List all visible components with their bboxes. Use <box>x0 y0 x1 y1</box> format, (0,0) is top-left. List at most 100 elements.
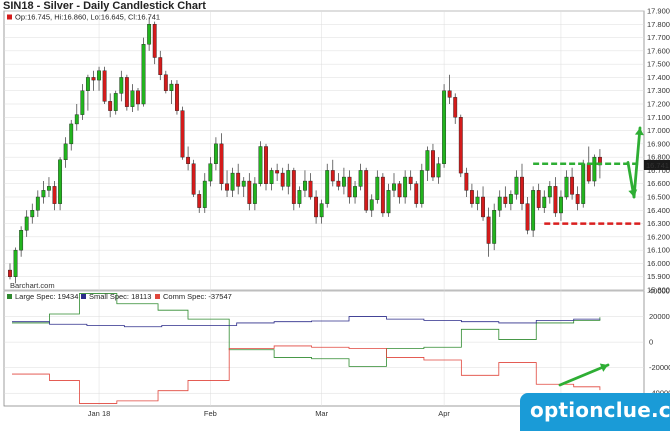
candle-body <box>419 170 424 204</box>
candle-body <box>47 186 51 191</box>
candle-body <box>208 163 213 182</box>
candle-body <box>63 143 68 161</box>
candle-body <box>358 170 363 187</box>
watermark: Barchart.com <box>10 281 55 290</box>
candle-body <box>436 163 441 178</box>
cot-tick-label: 20000 <box>649 312 670 321</box>
candle-body <box>531 190 536 231</box>
candle-body <box>542 196 547 208</box>
price-tick-label: 16.600 <box>647 179 670 188</box>
candle-body <box>520 176 524 204</box>
candle-body <box>447 90 452 98</box>
candle-body <box>202 180 207 208</box>
candle-body <box>152 24 157 58</box>
candle-body <box>136 90 140 105</box>
price-tick-label: 17.200 <box>647 100 670 109</box>
candle-body <box>581 163 586 204</box>
candle-body <box>319 203 324 218</box>
price-tick-label: 16.900 <box>647 139 670 148</box>
price-legend-swatch <box>7 14 12 20</box>
x-axis-label: Jan 18 <box>88 409 111 418</box>
price-tick-label: 17.900 <box>647 7 670 16</box>
candle-body <box>514 176 519 195</box>
price-legend-text: Op:16.745, Hi:16.860, Lo:16.645, Cl:16.7… <box>15 13 160 22</box>
candle-body <box>536 190 541 208</box>
candle-body <box>191 163 196 195</box>
candle-body <box>119 77 124 94</box>
candle-body <box>303 180 307 191</box>
candle-body <box>369 199 374 211</box>
candle-body <box>219 143 224 184</box>
candle-body <box>486 216 491 244</box>
candle-body <box>308 180 313 198</box>
candle-body <box>431 150 435 178</box>
candle-body <box>575 194 580 204</box>
candle-body <box>85 77 90 91</box>
candle-body <box>252 183 257 204</box>
candle-body <box>52 186 57 204</box>
price-tick-label: 17.600 <box>647 46 670 55</box>
candle-body <box>197 194 202 208</box>
candle-body <box>30 210 35 218</box>
x-axis-label: Feb <box>204 409 217 418</box>
candle-body <box>74 114 79 125</box>
candle-body <box>175 83 179 111</box>
brand-badge[interactable]: optionclue.com <box>520 393 670 431</box>
cot-legend-text: Comm Spec: -37547 <box>163 292 232 301</box>
price-tick-label: 17.800 <box>647 20 670 29</box>
candle-body <box>503 196 508 204</box>
candle-body <box>97 70 101 81</box>
candle-body <box>564 176 569 198</box>
candle-body <box>469 190 474 204</box>
cot-legend-text: Small Spec: 18113 <box>89 292 151 301</box>
chart-canvas: 17.900 17.800 17.700 17.600 17.500 17.400 17.3… <box>3 7 670 418</box>
candle-body <box>442 90 447 164</box>
candle-body <box>113 93 118 111</box>
candle-body <box>497 196 502 211</box>
candle-body <box>547 186 552 198</box>
price-tick-label: 17.000 <box>647 126 670 135</box>
candle-body <box>286 170 291 187</box>
candle-body <box>592 156 597 182</box>
cot-legend-swatch <box>81 294 86 299</box>
last-price-text: 16.741 <box>646 161 669 170</box>
candle-body <box>80 90 85 115</box>
candle-body <box>58 159 63 204</box>
price-panel <box>3 10 645 291</box>
price-tick-label: 16.400 <box>647 206 670 215</box>
candle-body <box>180 110 185 158</box>
price-tick-label: 16.100 <box>647 246 670 255</box>
candle-body <box>414 183 419 204</box>
candle-body <box>425 150 430 171</box>
candle-body <box>570 176 575 195</box>
candle-body <box>341 176 346 187</box>
candle-body <box>264 146 268 184</box>
cot-tick-label: 40000 <box>649 287 670 296</box>
candle-body <box>102 70 107 102</box>
candle-body <box>559 196 563 214</box>
cot-legend-swatch <box>7 294 12 299</box>
candle-body <box>13 249 18 277</box>
candle-body <box>141 44 146 105</box>
price-tick-label: 17.100 <box>647 113 670 122</box>
candle-body <box>314 196 319 218</box>
candle-body <box>353 186 357 198</box>
candle-body <box>147 24 152 45</box>
chart-title: SIN18 - Silver - Daily Candlestick Chart <box>3 0 206 12</box>
candle-body <box>213 143 218 164</box>
candle-body <box>392 183 396 191</box>
candle-body <box>325 170 330 204</box>
candle-body <box>364 170 369 211</box>
candle-body <box>8 269 12 277</box>
price-tick-label: 16.000 <box>647 259 670 268</box>
candle-body <box>336 180 341 187</box>
candle-body <box>508 194 513 204</box>
candle-body <box>403 176 408 198</box>
price-tick-label: 16.200 <box>647 232 670 241</box>
cot-legend-text: Large Spec: 19434 <box>15 292 78 301</box>
cot-tick-label: 0 <box>649 338 653 347</box>
candle-body <box>408 176 413 184</box>
candle-body <box>230 172 235 191</box>
candle-body <box>108 101 113 111</box>
candle-body <box>481 196 485 218</box>
